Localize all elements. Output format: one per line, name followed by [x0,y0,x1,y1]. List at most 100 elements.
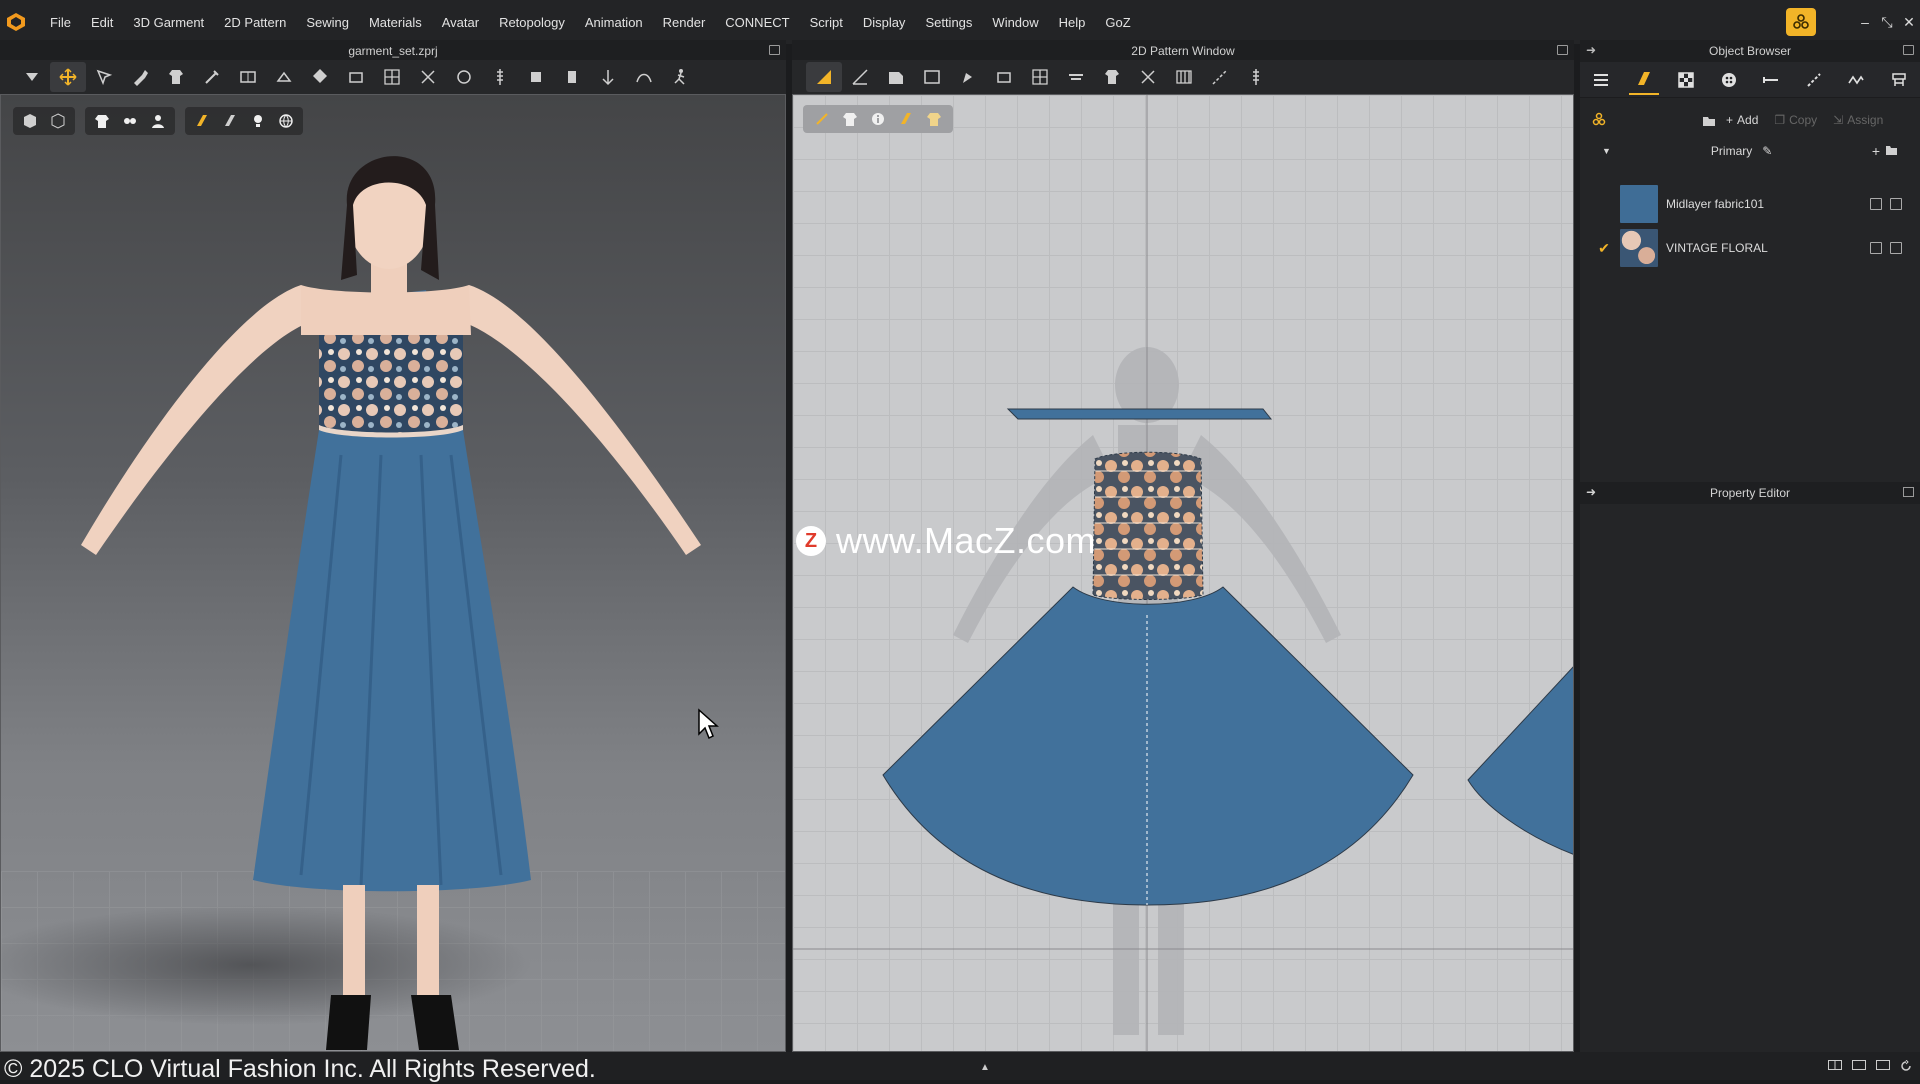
buttonhole-tab-icon[interactable] [1756,65,1786,95]
fold-arrange-icon[interactable] [1130,62,1166,92]
button-tab-icon[interactable] [1714,65,1744,95]
measure-tool-icon[interactable] [266,62,302,92]
menu-2d-pattern[interactable]: 2D Pattern [214,15,296,30]
pattern2d-title: 2D Pattern Window [1131,44,1235,58]
fold-tool-icon[interactable] [230,62,266,92]
view-2d-icon[interactable] [1876,1060,1890,1075]
arrange-tool-icon[interactable] [554,62,590,92]
tack-tool-icon[interactable] [338,62,374,92]
watermark-text: www.MacZ.com [836,520,1097,561]
viewport-3d[interactable] [0,94,786,1052]
pose-tool-icon[interactable] [662,62,698,92]
add-button[interactable]: + Add [1726,113,1758,127]
float-window-icon[interactable] [1903,487,1914,497]
texture-tab-icon[interactable] [1671,65,1701,95]
topstitch-tab-icon[interactable] [1799,65,1829,95]
menu-window[interactable]: Window [982,15,1048,30]
menu-render[interactable]: Render [653,15,716,30]
clo-logo-icon[interactable] [2,8,30,36]
apply-fabric-icon[interactable] [1870,242,1882,254]
curve-tool-icon[interactable] [626,62,662,92]
avatar-model[interactable] [1,95,786,1052]
move-tool-icon[interactable] [50,62,86,92]
anchor-tool-icon[interactable] [590,62,626,92]
trim-tool-icon[interactable] [518,62,554,92]
dart-icon[interactable] [986,62,1022,92]
split-view-icon[interactable] [1828,1060,1842,1075]
strengthen-tool-icon[interactable] [410,62,446,92]
apply-fabric-icon[interactable] [1870,198,1882,210]
menu-settings[interactable]: Settings [915,15,982,30]
menu-script[interactable]: Script [800,15,853,30]
zipper-tool-icon[interactable] [482,62,518,92]
pattern-shirt-icon[interactable] [1094,62,1130,92]
menu-avatar[interactable]: Avatar [432,15,489,30]
collapse-arrow-icon[interactable]: ➜ [1586,485,1596,499]
pattern-pieces[interactable] [793,95,1574,1052]
view-3d-icon[interactable] [1852,1060,1866,1075]
trim-tab-icon[interactable] [1884,65,1914,95]
transform-pattern-icon[interactable] [806,62,842,92]
close-button[interactable]: ✕ [1898,14,1920,31]
refresh-icon[interactable] [1900,1059,1912,1075]
pattern-window-2d[interactable] [792,94,1574,1052]
float-window-icon[interactable] [1903,45,1914,55]
menu-help[interactable]: Help [1049,15,1096,30]
list-icon[interactable] [1586,65,1616,95]
pleat-icon[interactable] [1166,62,1202,92]
object-browser-panel: ➜ Object Browser + Add ❐ Copy ⇲ Assign ▼ Pr… [1580,40,1920,1052]
fabric-item[interactable]: Midlayer fabric101 [1580,182,1920,226]
rectangle-icon[interactable] [914,62,950,92]
zipper-tab-icon[interactable] [1841,65,1871,95]
grid-2d-icon[interactable] [1022,62,1058,92]
fabric-item[interactable]: ✔ VINTAGE FLORAL [1580,226,1920,270]
menu-edit[interactable]: Edit [81,15,123,30]
group-folder-icon[interactable] [1885,144,1898,159]
slash-spread-icon[interactable] [1058,62,1094,92]
assign-icon: ⇲ [1833,113,1844,127]
object-browser-title: Object Browser [1708,44,1792,58]
status-expand-icon[interactable]: ▲ [980,1062,990,1073]
collapse-arrow-icon[interactable]: ➜ [1586,43,1596,57]
object-browser-title-bar: ➜ Object Browser [1580,40,1920,62]
group-add-icon[interactable]: + [1872,143,1880,159]
brush-icon[interactable] [122,62,158,92]
edit-point-icon[interactable] [842,62,878,92]
avatar-tool-icon[interactable] [302,62,338,92]
window-controls: – ⤡ ✕ [1786,0,1920,44]
minimize-button[interactable]: – [1854,14,1876,30]
polygon-icon[interactable] [878,62,914,92]
float-window-icon[interactable] [1557,45,1568,55]
internal-polygon-icon[interactable] [950,62,986,92]
copy-fabric-icon[interactable] [1890,242,1902,254]
float-window-icon[interactable] [769,45,780,55]
menu-sewing[interactable]: Sewing [296,15,359,30]
group-collapse-icon[interactable]: ▼ [1602,146,1611,156]
menu-file[interactable]: File [40,15,81,30]
drape-tool-icon[interactable] [14,62,50,92]
garment-tool-icon[interactable] [158,62,194,92]
measure-2d-icon[interactable] [1238,62,1274,92]
select-mesh-icon[interactable] [86,62,122,92]
menu-retopology[interactable]: Retopology [489,15,575,30]
segment-sewing-icon[interactable] [1202,62,1238,92]
assign-button[interactable]: ⇲ Assign [1833,113,1883,127]
menu-display[interactable]: Display [853,15,916,30]
copy-button[interactable]: ❐ Copy [1774,113,1817,127]
menu-goz[interactable]: GoZ [1095,15,1140,30]
folder-icon[interactable] [1702,114,1716,127]
fabric-tab-icon[interactable] [1628,65,1659,95]
rename-pencil-icon[interactable]: ✎ [1762,144,1772,158]
clo-badge-icon[interactable] [1592,112,1606,129]
fabric-group-row[interactable]: ▼ Primary ✎ + [1580,140,1920,162]
clo-set-icon[interactable] [1786,8,1816,36]
button-tool-icon[interactable] [446,62,482,92]
menu-3d-garment[interactable]: 3D Garment [123,15,214,30]
pin-tool-icon[interactable] [194,62,230,92]
menu-connect[interactable]: CONNECT [715,15,799,30]
menu-materials[interactable]: Materials [359,15,432,30]
menu-animation[interactable]: Animation [575,15,653,30]
maximize-button[interactable]: ⤡ [1876,14,1898,31]
grid-tool-icon[interactable] [374,62,410,92]
copy-fabric-icon[interactable] [1890,198,1902,210]
